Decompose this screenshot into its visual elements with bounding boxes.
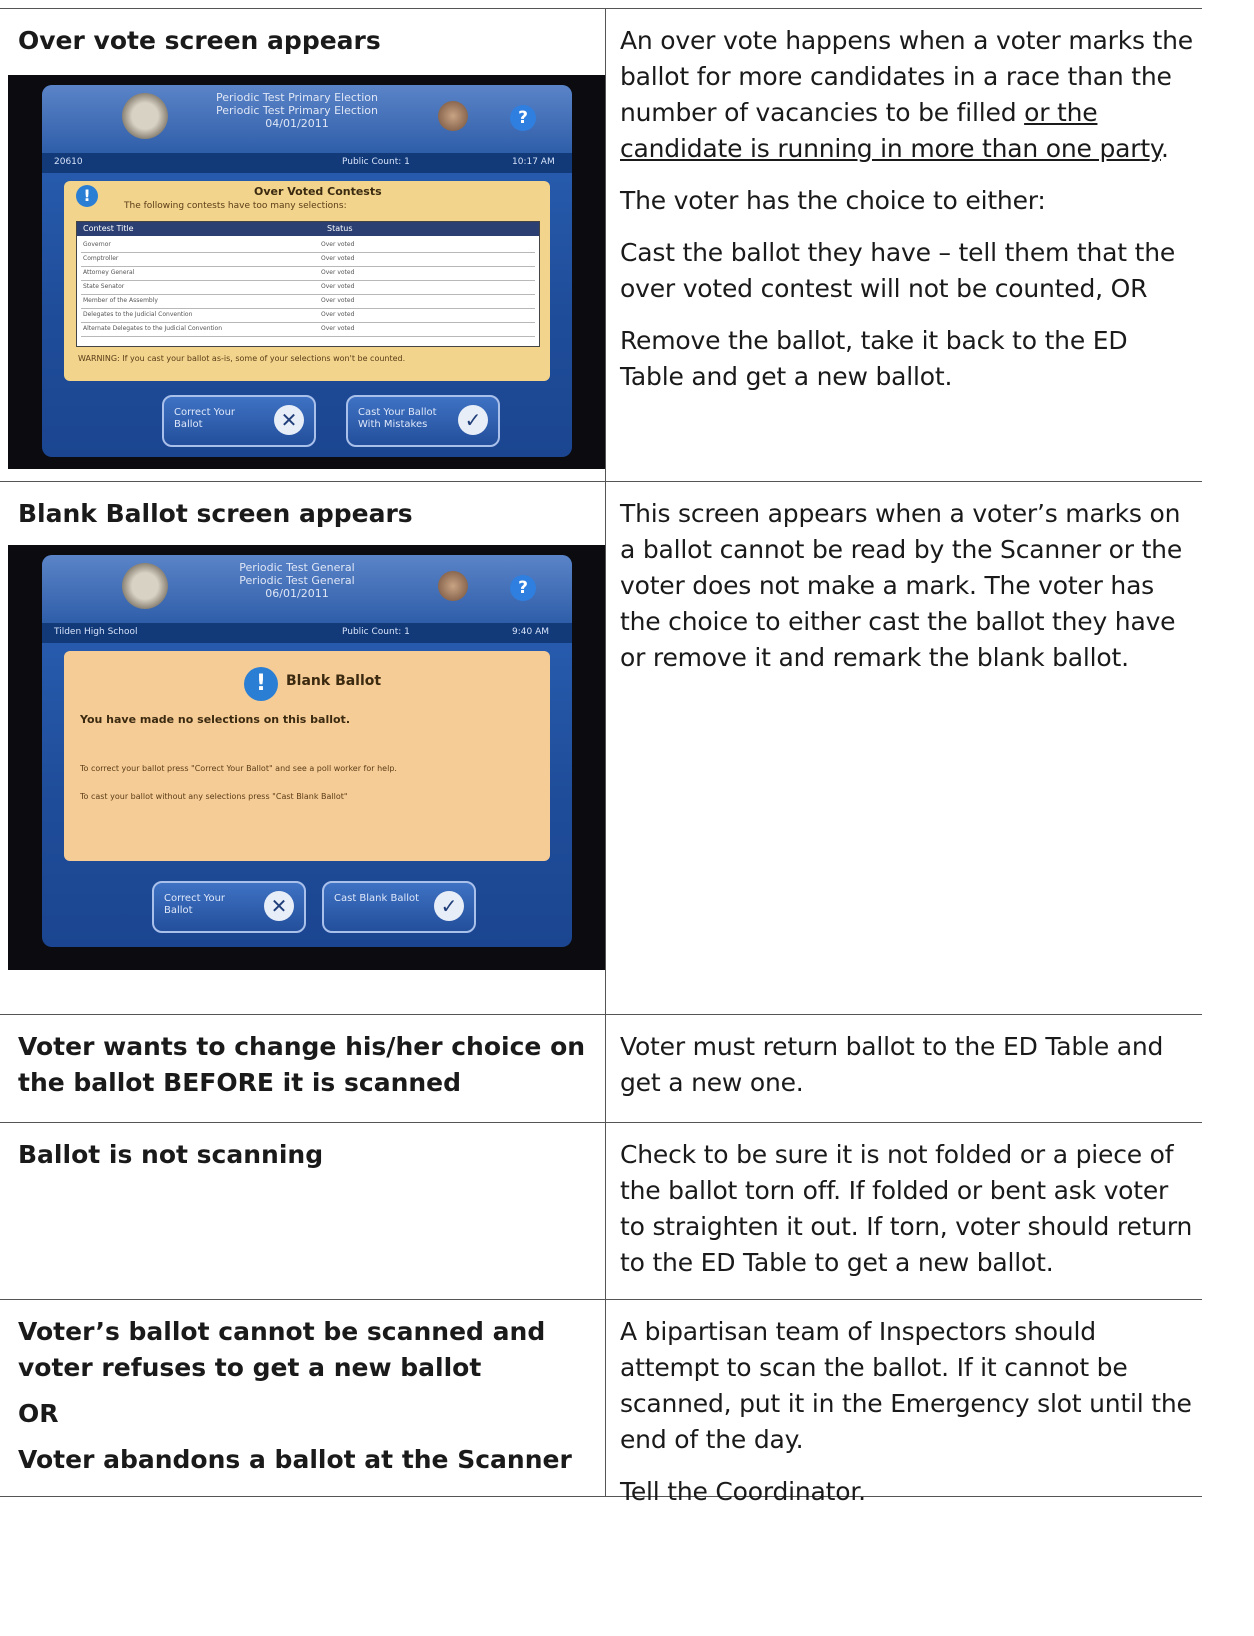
cast-blank-ballot-button[interactable]: Cast Blank Ballot ✓ — [322, 881, 476, 933]
over-voted-panel: ! Over Voted Contests The following cont… — [64, 181, 550, 381]
polling-site: 20610 — [54, 157, 83, 167]
row-heading: Voter abandons a ballot at the Scanner — [18, 1445, 572, 1474]
row-heading-cell: Blank Ballot screen appears — [18, 496, 598, 532]
row-heading: Blank Ballot screen appears — [18, 499, 413, 528]
row-heading: Ballot is not scanning — [18, 1140, 324, 1169]
row-body-cell: This screen appears when a voter’s marks… — [620, 496, 1195, 676]
body-paragraph: The voter has the choice to either: — [620, 186, 1046, 215]
help-icon: ? — [510, 105, 536, 131]
checkmark-icon: ✓ — [458, 405, 488, 435]
correct-your-ballot-button[interactable]: Correct Your Ballot ✕ — [162, 395, 316, 447]
row-not-scanning: Ballot is not scanning Check to be sure … — [0, 1122, 1202, 1300]
over-vote-screen-photo: Periodic Test Primary Election Periodic … — [8, 75, 605, 469]
row-heading: Voter wants to change his/her choice on … — [18, 1032, 586, 1097]
info-icon: ! — [76, 185, 98, 207]
blank-ballot-screen-photo: Periodic Test General Periodic Test Gene… — [8, 545, 605, 970]
body-paragraph: Check to be sure it is not folded or a p… — [620, 1140, 1193, 1277]
row-cannot-scan: Voter’s ballot cannot be scanned and vot… — [0, 1299, 1202, 1506]
row-change-choice: Voter wants to change his/her choice on … — [0, 1014, 1202, 1123]
row-heading-cell: Voter wants to change his/her choice on … — [18, 1029, 598, 1101]
instruction-text: To correct your ballot press "Correct Yo… — [80, 764, 397, 773]
checkmark-icon: ✓ — [434, 891, 464, 921]
contest-row: State Senator Over voted — [81, 281, 535, 295]
row-over-vote: Over vote screen appears An over vote ha… — [0, 8, 1202, 482]
body-paragraph: This screen appears when a voter’s marks… — [620, 499, 1182, 672]
body-paragraph: Voter must return ballot to the ED Table… — [620, 1032, 1164, 1097]
row-heading-cell: Voter’s ballot cannot be scanned and vot… — [18, 1314, 598, 1478]
row-body-cell: A bipartisan team of Inspectors should a… — [620, 1314, 1195, 1510]
contest-row: Member of the Assembly Over voted — [81, 295, 535, 309]
scanner-screen: Periodic Test Primary Election Periodic … — [42, 85, 572, 457]
row-body-cell: Check to be sure it is not folded or a p… — [620, 1137, 1195, 1281]
row-heading: Voter’s ballot cannot be scanned and vot… — [18, 1317, 546, 1382]
language-globe-icon — [438, 101, 468, 131]
body-paragraph: An over vote happens when a voter marks … — [620, 26, 1193, 163]
contest-table: Contest Title Status Governor Over voted … — [76, 221, 540, 347]
contest-row: Governor Over voted — [81, 239, 535, 253]
screen-button-bar: Correct Your Ballot ✕ Cast Your Ballot W… — [42, 395, 572, 447]
body-paragraph: Tell the Coordinator. — [620, 1477, 866, 1506]
state-seal-icon — [122, 93, 168, 139]
panel-title: Over Voted Contests — [254, 185, 382, 198]
screen-header: Periodic Test Primary Election Periodic … — [42, 85, 572, 153]
row-heading: Over vote screen appears — [18, 26, 381, 55]
language-globe-icon — [438, 571, 468, 601]
row-heading-cell: Over vote screen appears — [18, 23, 598, 59]
screen-time: 9:40 AM — [512, 627, 549, 637]
panel-title: Blank Ballot — [286, 673, 382, 689]
contest-table-header: Contest Title Status — [77, 222, 539, 236]
info-icon: ! — [244, 667, 278, 701]
screen-button-bar: Correct Your Ballot ✕ Cast Blank Ballot … — [42, 881, 572, 933]
blank-ballot-panel: ! Blank Ballot You have made no selectio… — [64, 651, 550, 861]
instruction-text: To cast your ballot without any selectio… — [80, 792, 348, 801]
screen-header: Periodic Test General Periodic Test Gene… — [42, 555, 572, 623]
help-icon: ? — [510, 575, 536, 601]
panel-subtitle: The following contests have too many sel… — [124, 201, 347, 211]
screen-status-bar: Tilden High School Public Count: 1 9:40 … — [42, 623, 572, 643]
public-count: Public Count: 1 — [342, 627, 410, 637]
election-title: Periodic Test Primary Election Periodic … — [216, 91, 378, 130]
warning-text: WARNING: If you cast your ballot as-is, … — [78, 354, 406, 363]
contest-row: Attorney General Over voted — [81, 267, 535, 281]
polling-site: Tilden High School — [54, 627, 138, 637]
row-blank-ballot: Blank Ballot screen appears This screen … — [0, 481, 1202, 1015]
cast-with-mistakes-button[interactable]: Cast Your Ballot With Mistakes ✓ — [346, 395, 500, 447]
row-body-cell: An over vote happens when a voter marks … — [620, 23, 1195, 395]
body-paragraph: Remove the ballot, take it back to the E… — [620, 326, 1128, 391]
election-title: Periodic Test General Periodic Test Gene… — [239, 561, 355, 600]
x-icon: ✕ — [264, 891, 294, 921]
public-count: Public Count: 1 — [342, 157, 410, 167]
scanner-screen: Periodic Test General Periodic Test Gene… — [42, 555, 572, 947]
row-body-cell: Voter must return ballot to the ED Table… — [620, 1029, 1195, 1101]
contest-row: Alternate Delegates to the Judicial Conv… — [81, 323, 535, 337]
column-divider — [605, 8, 606, 1497]
body-paragraph: Cast the ballot they have – tell them th… — [620, 238, 1176, 303]
state-seal-icon — [122, 563, 168, 609]
contest-row: Delegates to the Judicial Convention Over… — [81, 309, 535, 323]
correct-your-ballot-button[interactable]: Correct Your Ballot ✕ — [152, 881, 306, 933]
panel-subtitle: You have made no selections on this ball… — [80, 713, 350, 726]
row-heading-cell: Ballot is not scanning — [18, 1137, 598, 1173]
contest-row: Comptroller Over voted — [81, 253, 535, 267]
x-icon: ✕ — [274, 405, 304, 435]
row-heading-or: OR — [18, 1399, 59, 1428]
screen-time: 10:17 AM — [512, 157, 555, 167]
screen-status-bar: 20610 Public Count: 1 10:17 AM — [42, 153, 572, 173]
body-paragraph: A bipartisan team of Inspectors should a… — [620, 1317, 1192, 1454]
